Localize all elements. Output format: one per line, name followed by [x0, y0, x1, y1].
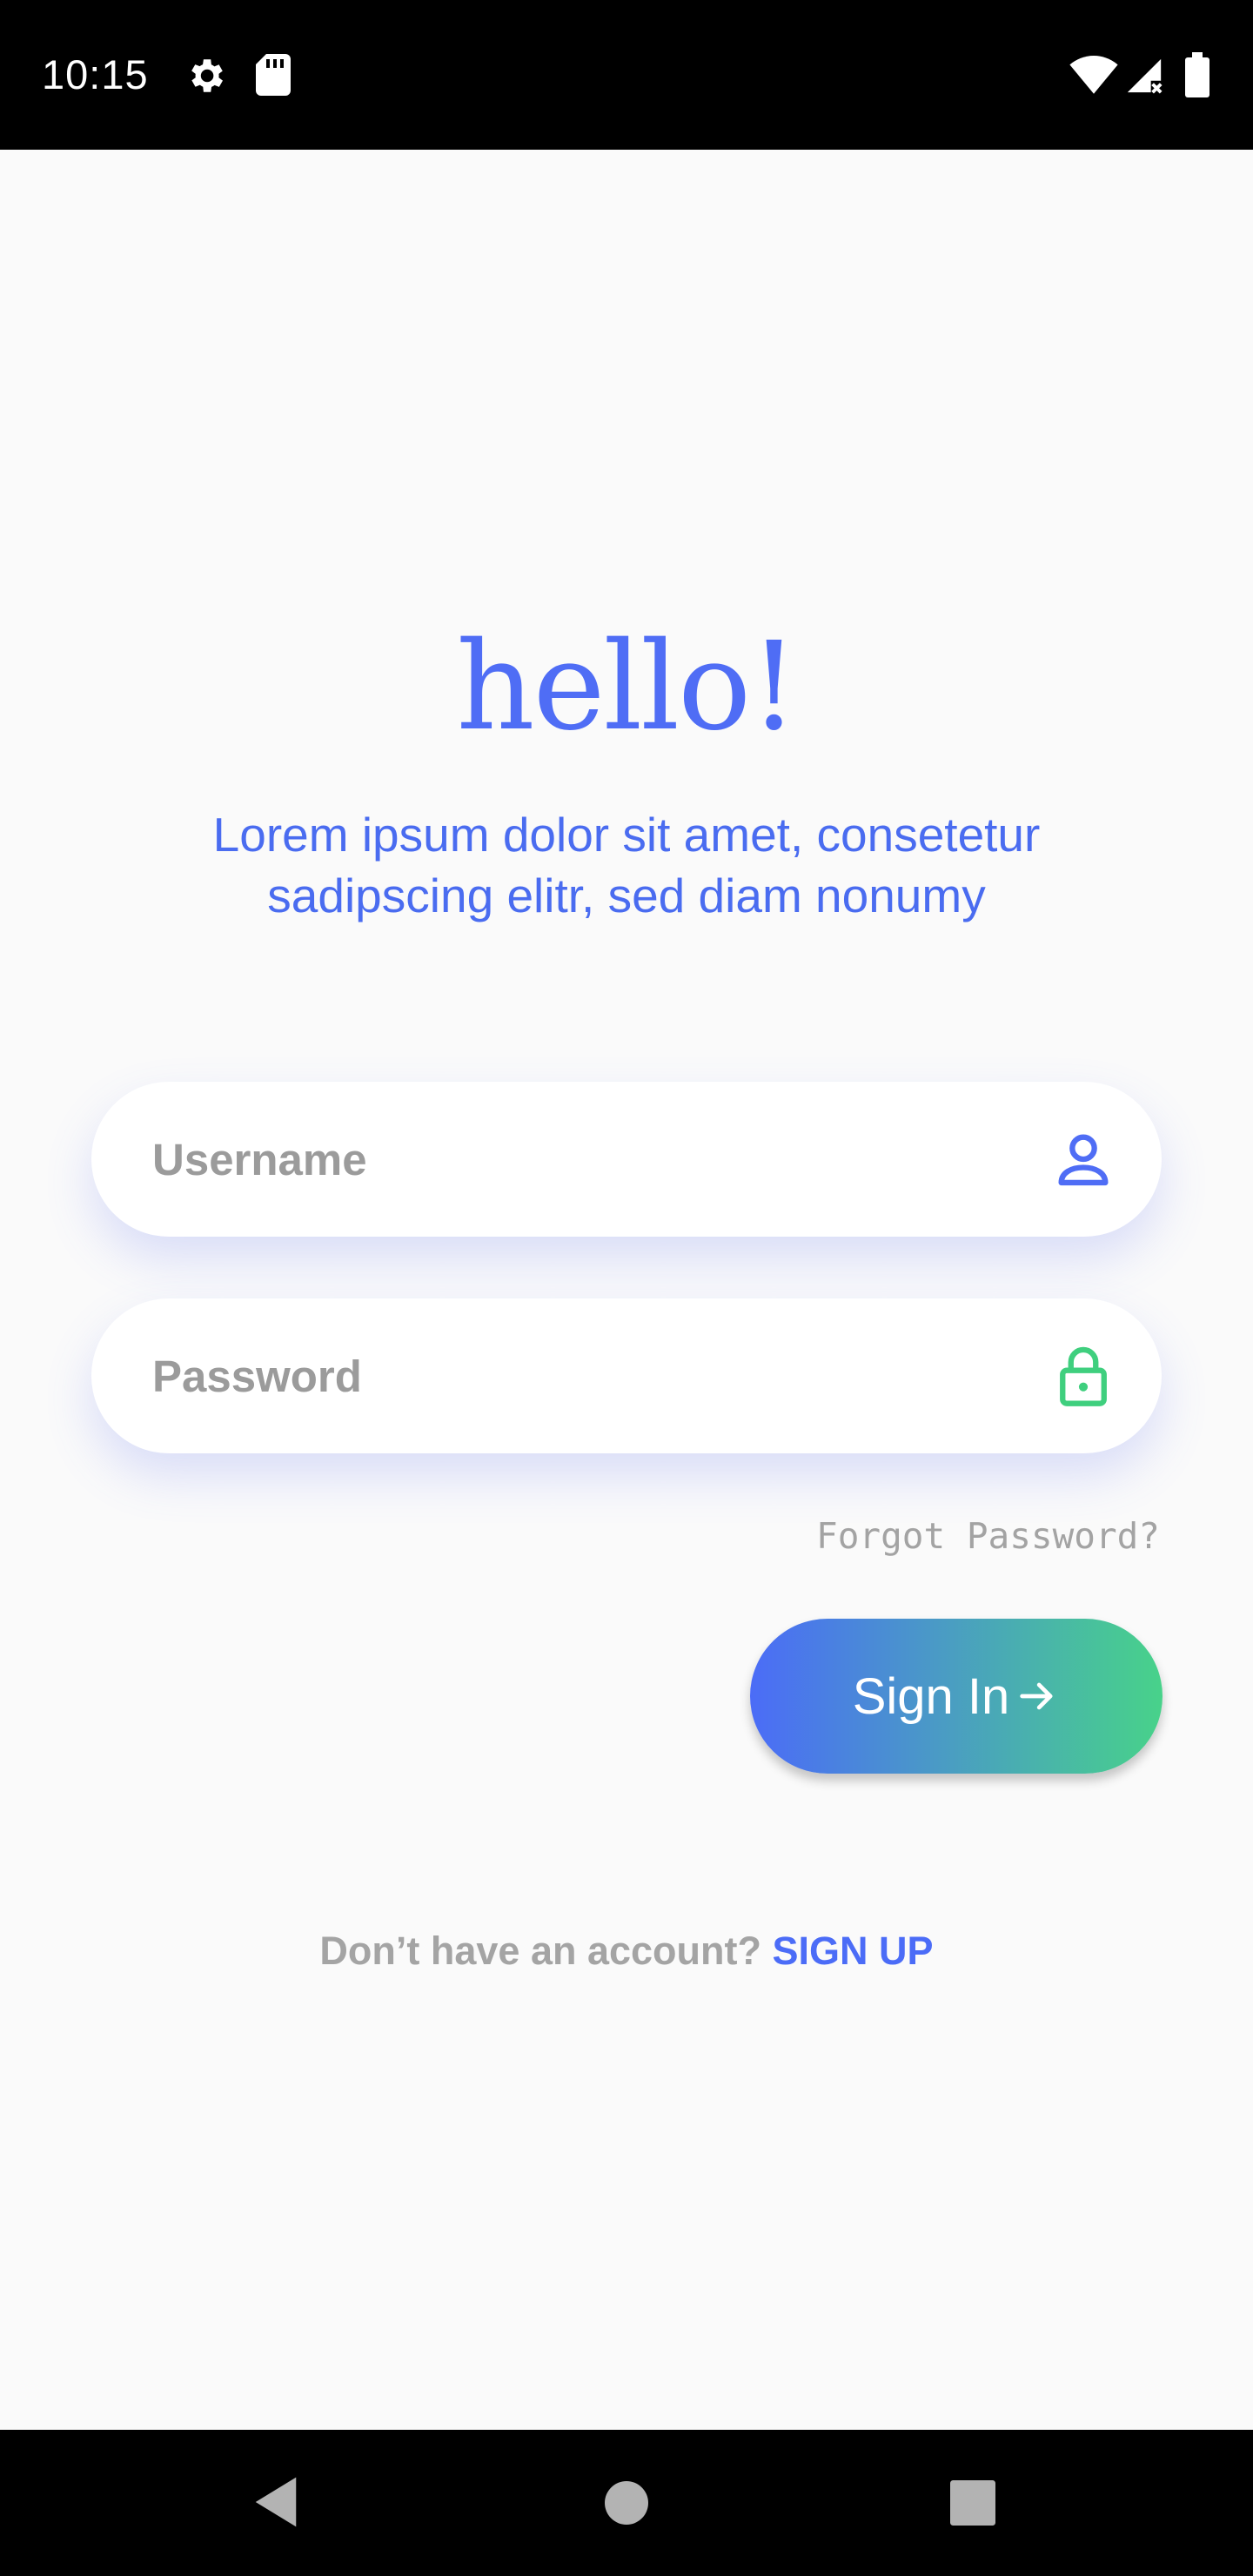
password-input[interactable] — [152, 1298, 1022, 1453]
sd-card-icon — [256, 54, 291, 96]
home-icon[interactable] — [605, 2481, 648, 2525]
lock-icon — [1060, 1346, 1107, 1406]
signup-prompt: Don’t have an account? — [319, 1929, 761, 1973]
wifi-icon — [1069, 56, 1118, 94]
battery-icon — [1185, 52, 1209, 97]
arrow-right-icon — [1020, 1682, 1053, 1710]
status-time: 10:15 — [42, 51, 149, 97]
sign-in-button[interactable]: Sign In — [750, 1619, 1163, 1774]
password-field[interactable] — [91, 1298, 1162, 1453]
sign-in-button-content: Sign In — [750, 1619, 1163, 1774]
signup-link[interactable]: SIGN UP — [773, 1929, 934, 1973]
greeting-title: hello! — [456, 616, 798, 758]
greeting-subtitle: Lorem ipsum dolor sit amet, consetetur s… — [212, 808, 1041, 922]
person-icon — [1058, 1134, 1109, 1186]
login-screen: 10:15 hello! Lorem ipsum dolor sit amet,… — [0, 0, 1253, 2576]
settings-gear-icon — [191, 59, 223, 92]
back-icon[interactable] — [252, 2475, 299, 2529]
username-input[interactable] — [152, 1082, 1022, 1237]
sign-in-label: Sign In — [852, 1667, 1010, 1725]
status-bar: 10:15 — [0, 0, 1253, 150]
navigation-bar — [0, 2430, 1253, 2576]
cell-signal-icon — [1127, 58, 1163, 94]
recents-icon[interactable] — [950, 2480, 995, 2526]
signup-row: Don’t have an account? SIGN UP — [0, 1925, 1253, 1977]
username-field[interactable] — [91, 1082, 1162, 1237]
forgot-password-link[interactable]: Forgot Password? — [816, 1514, 1160, 1558]
